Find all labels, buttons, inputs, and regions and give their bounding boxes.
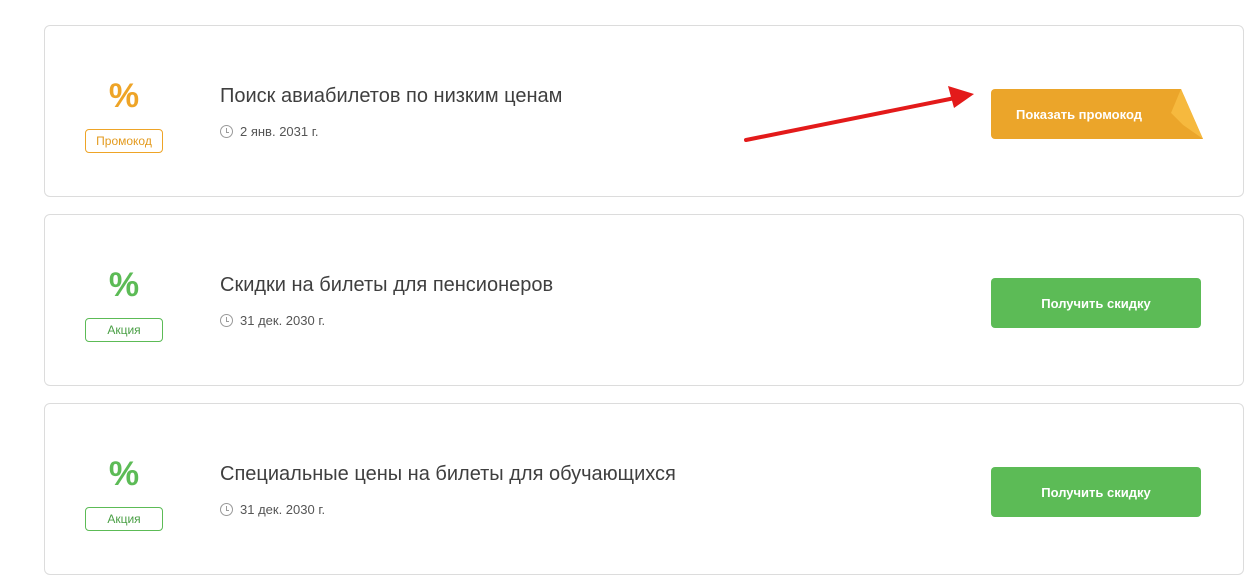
show-promocode-button[interactable]: Показать промокод bbox=[991, 89, 1181, 139]
clock-icon bbox=[220, 503, 233, 516]
offer-type: % Акция bbox=[85, 404, 163, 574]
offer-type: % Промокод bbox=[85, 26, 163, 196]
sale-badge: Акция bbox=[85, 507, 163, 531]
promo-badge: Промокод bbox=[85, 129, 163, 153]
offer-type: % Акция bbox=[85, 215, 163, 385]
offer-title[interactable]: Поиск авиабилетов по низким ценам bbox=[220, 84, 562, 108]
offer-date-text: 31 дек. 2030 г. bbox=[240, 502, 326, 517]
get-discount-button[interactable]: Получить скидку bbox=[991, 467, 1201, 517]
offer-date: 2 янв. 2031 г. bbox=[220, 124, 319, 139]
offer-card: % Промокод Поиск авиабилетов по низким ц… bbox=[44, 25, 1244, 197]
percent-icon: % bbox=[108, 77, 140, 115]
offer-card: % Акция Специальные цены на билеты для о… bbox=[44, 403, 1244, 575]
percent-icon: % bbox=[108, 455, 140, 493]
offer-title[interactable]: Специальные цены на билеты для обучающих… bbox=[220, 462, 676, 486]
offer-date: 31 дек. 2030 г. bbox=[220, 502, 325, 517]
offer-date-text: 2 янв. 2031 г. bbox=[240, 124, 319, 139]
offer-date-text: 31 дек. 2030 г. bbox=[240, 313, 326, 328]
get-discount-button[interactable]: Получить скидку bbox=[991, 278, 1201, 328]
offer-title[interactable]: Скидки на билеты для пенсионеров bbox=[220, 273, 553, 297]
percent-icon: % bbox=[108, 266, 140, 304]
promocode-peel-corner[interactable] bbox=[1171, 89, 1203, 139]
sale-badge: Акция bbox=[85, 318, 163, 342]
red-arrow-annotation bbox=[744, 86, 974, 142]
offer-date: 31 дек. 2030 г. bbox=[220, 313, 325, 328]
offer-card: % Акция Скидки на билеты для пенсионеров… bbox=[44, 214, 1244, 386]
clock-icon bbox=[220, 314, 233, 327]
clock-icon bbox=[220, 125, 233, 138]
